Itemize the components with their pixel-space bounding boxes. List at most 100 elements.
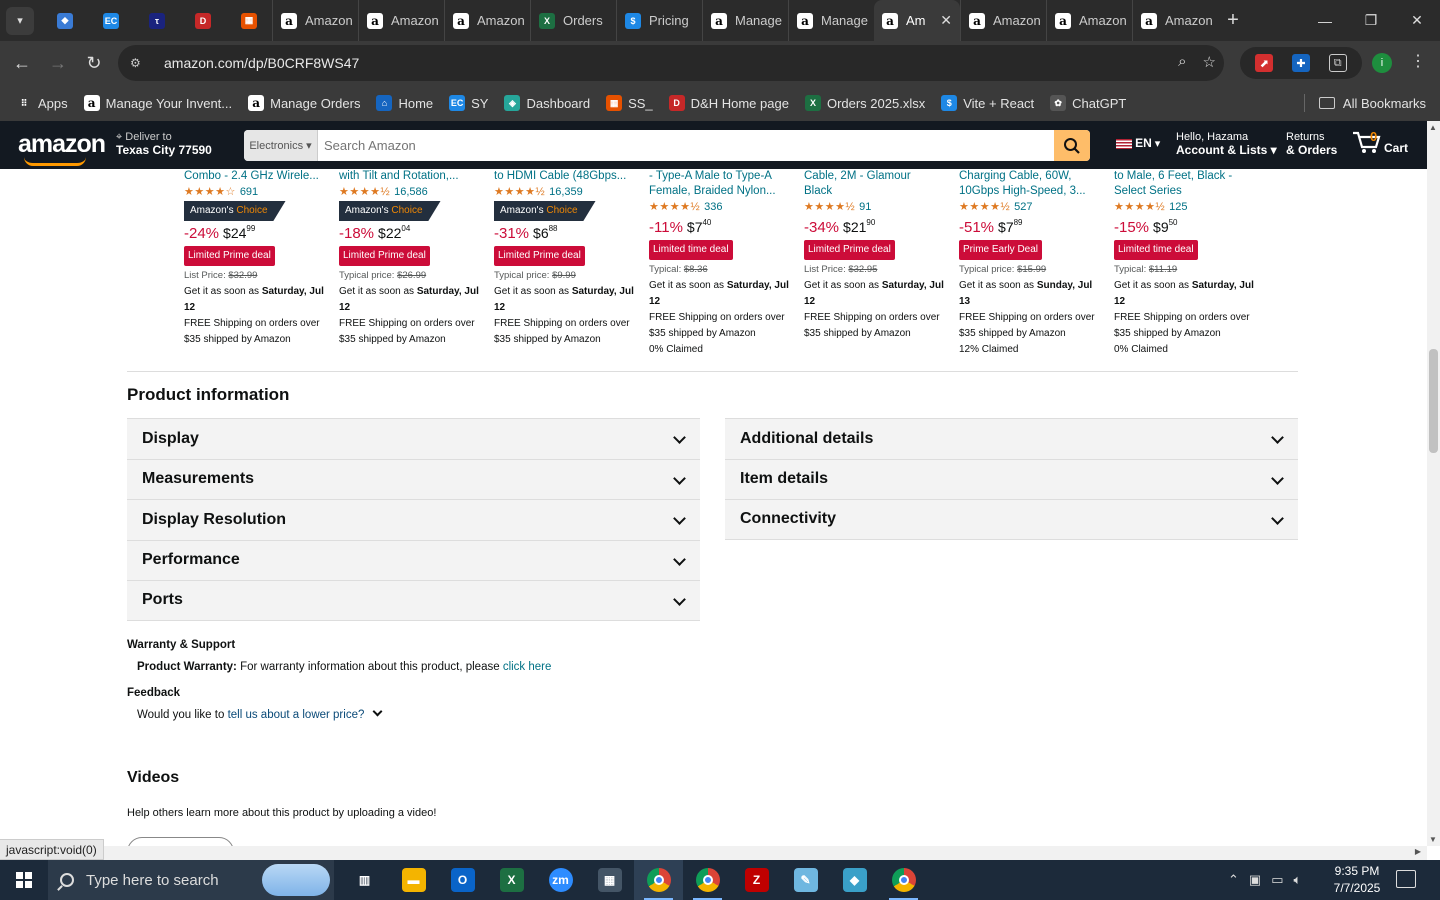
accordion-section[interactable]: Ports [127, 580, 700, 621]
amazon-logo[interactable]: amazon [18, 130, 106, 166]
all-bookmarks[interactable]: All Bookmarks [1303, 94, 1426, 112]
browser-tab[interactable]: a Amazon [1132, 0, 1218, 41]
accordion-section[interactable]: Performance [127, 539, 700, 580]
bookmark-item[interactable]: ▦ SS_ [606, 95, 653, 111]
bookmark-item[interactable]: ✿ ChatGPT [1050, 95, 1126, 111]
taskbar-app[interactable]: Z [732, 860, 781, 900]
rating-count[interactable]: 527 [1014, 199, 1032, 215]
taskbar-app[interactable] [634, 860, 683, 900]
product-title[interactable]: Cable, 2M - Glamour [804, 169, 944, 184]
chevron-down-icon[interactable] [673, 512, 686, 525]
taskbar-app[interactable]: X [487, 860, 536, 900]
search-highlight-image[interactable] [262, 864, 330, 896]
rating-count[interactable]: 125 [1169, 199, 1187, 215]
product-card[interactable]: Cable, 2M - Glamour Black ★★★★½ 91 -34% $2190… [804, 169, 944, 342]
taskbar-app[interactable]: O [438, 860, 487, 900]
vertical-scrollbar[interactable]: ▲ ▼ [1427, 121, 1440, 846]
tab-search-button[interactable]: ▾ [6, 6, 34, 35]
warranty-link[interactable]: click here [503, 661, 552, 673]
taskbar-app[interactable]: ✎ [781, 860, 830, 900]
chevron-down-icon[interactable] [372, 706, 383, 717]
upload-video-button[interactable] [127, 837, 234, 846]
zoom-icon[interactable]: ⌕ [1178, 53, 1186, 71]
back-icon[interactable]: ← [4, 45, 40, 81]
bookmark-item[interactable]: X Orders 2025.xlsx [804, 95, 925, 111]
browser-tab[interactable]: a Amazon [444, 0, 530, 41]
product-card[interactable]: to Male, 6 Feet, Black - Select Series ★★★… [1114, 169, 1254, 358]
accordion-section[interactable]: Display [127, 418, 700, 459]
search-button[interactable] [1054, 130, 1090, 161]
browser-tab[interactable]: a Amazon [960, 0, 1046, 41]
product-card[interactable]: Charging Cable, 60W, 10Gbps High-Speed, 3… [959, 169, 1099, 358]
notifications-icon[interactable] [1396, 870, 1416, 888]
scroll-down-icon[interactable]: ▼ [1429, 835, 1437, 844]
clock[interactable]: 9:35 PM 7/7/2025 [1326, 863, 1388, 897]
chevron-up-icon[interactable]: ⌃ [1228, 872, 1239, 888]
cart[interactable]: 0 Cart [1352, 129, 1408, 155]
bookmark-item[interactable]: a Manage Your Invent... [83, 95, 232, 111]
deliver-to[interactable]: ⌖ Deliver to Texas City 77590 [116, 131, 212, 157]
product-title[interactable]: to Male, 6 Feet, Black - [1114, 169, 1254, 184]
chevron-down-icon[interactable] [1271, 431, 1284, 444]
bookmark-item[interactable]: ⌂ Home [376, 95, 433, 111]
taskbar-app[interactable]: ▦ [585, 860, 634, 900]
star-rating-icon[interactable]: ★★★★½ [339, 184, 390, 200]
accordion-section[interactable]: Item details [725, 458, 1298, 499]
restore-icon[interactable]: ❐ [1348, 0, 1394, 41]
start-button[interactable] [0, 860, 48, 900]
close-window-icon[interactable]: ✕ [1394, 0, 1440, 41]
rating-count[interactable]: 91 [859, 199, 871, 215]
rating-count[interactable]: 16,586 [394, 184, 428, 200]
language-selector[interactable]: EN ▾ [1116, 137, 1160, 151]
wifi-icon[interactable]: ▭ [1271, 872, 1283, 888]
accordion-section[interactable]: Display Resolution [127, 499, 700, 540]
rating-count[interactable]: 336 [704, 199, 722, 215]
rating-count[interactable]: 691 [240, 184, 258, 200]
browser-tab[interactable]: $ Pricing [616, 0, 702, 41]
star-rating-icon[interactable]: ★★★★½ [959, 199, 1010, 215]
taskbar-app[interactable] [683, 860, 732, 900]
reload-icon[interactable]: ↻ [76, 45, 112, 81]
search-department-select[interactable]: Electronics ▾ [244, 130, 318, 161]
bookmark-item[interactable]: a Manage Orders [248, 95, 360, 111]
product-title-line2[interactable]: 10Gbps High-Speed, 3... [959, 184, 1099, 199]
bookmark-item[interactable]: D D&H Home page [668, 95, 789, 111]
product-card[interactable]: to HDMI Cable (48Gbps... ★★★★½ 16,359 Amazo… [494, 169, 634, 348]
star-rating-icon[interactable]: ★★★★½ [649, 199, 700, 215]
search-input[interactable] [318, 130, 1054, 161]
accordion-section[interactable]: Additional details [725, 418, 1298, 459]
product-card[interactable]: - Type-A Male to Type-A Female, Braided N… [649, 169, 789, 358]
minimize-icon[interactable]: — [1302, 0, 1348, 41]
taskbar-app[interactable] [879, 860, 928, 900]
browser-tab[interactable]: a Amazon [1046, 0, 1132, 41]
close-tab-icon[interactable]: ✕ [940, 12, 952, 29]
browser-tab[interactable]: a Amazon [358, 0, 444, 41]
product-title[interactable]: to HDMI Cable (48Gbps... [494, 169, 634, 184]
product-title[interactable]: Charging Cable, 60W, [959, 169, 1099, 184]
star-rating-icon[interactable]: ★★★★½ [804, 199, 855, 215]
chevron-down-icon[interactable] [673, 593, 686, 606]
product-card[interactable]: Combo - 2.4 GHz Wirele... ★★★★☆ 691 Amazon'… [184, 169, 324, 348]
product-title[interactable]: - Type-A Male to Type-A [649, 169, 789, 184]
puzzle-extension-icon[interactable]: ✚ [1291, 54, 1310, 72]
rating-count[interactable]: 16,359 [549, 184, 583, 200]
bookmark-item[interactable]: EC SY [449, 95, 488, 111]
pdf-extension-icon[interactable]: ⬈ [1255, 54, 1274, 72]
browser-tab[interactable]: a Manage [702, 0, 788, 41]
extensions-icon[interactable]: ⧉ [1328, 54, 1347, 72]
chevron-down-icon[interactable] [673, 431, 686, 444]
returns-orders[interactable]: Returns & Orders [1286, 131, 1337, 157]
horizontal-scrollbar[interactable]: ▶ [0, 846, 1427, 860]
taskbar-app[interactable]: ▬ [389, 860, 438, 900]
taskbar-app[interactable]: zm [536, 860, 585, 900]
new-tab-button[interactable]: + [1218, 9, 1248, 32]
star-rating-icon[interactable]: ★★★★☆ [184, 184, 236, 200]
scroll-right-icon[interactable]: ▶ [1415, 847, 1421, 856]
accordion-section[interactable]: Measurements [127, 458, 700, 499]
product-title-line2[interactable]: Select Series [1114, 184, 1254, 199]
bookmark-star-icon[interactable]: ☆ [1203, 53, 1216, 71]
pinned-tab[interactable]: τ [134, 0, 180, 41]
chevron-down-icon[interactable] [673, 471, 686, 485]
address-bar[interactable]: ⚙ amazon.com/dp/B0CRF8WS47 ⌕ ☆ [118, 45, 1224, 81]
pinned-tab[interactable]: EC [88, 0, 134, 41]
